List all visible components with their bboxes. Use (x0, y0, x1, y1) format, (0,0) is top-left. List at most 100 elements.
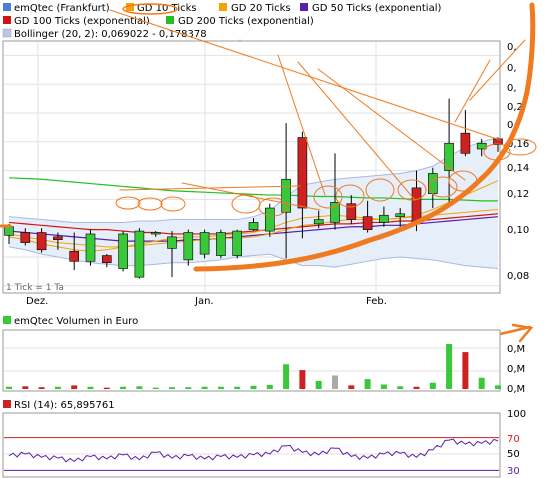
candle-body (264, 207, 275, 232)
candle-body (150, 232, 161, 235)
candle-body (199, 232, 210, 255)
candle-body (102, 255, 112, 264)
volume-bar (87, 386, 94, 389)
volume-panel: emQtec Volumen in Euro 0,M 0,M 0,M (2, 316, 525, 395)
volume-bar (462, 352, 469, 389)
rsi-frame (2, 412, 501, 478)
volume-bar (397, 386, 404, 389)
price-tick-label: 0,12 (507, 189, 529, 200)
volume-frame (2, 329, 501, 392)
candle-body (183, 232, 194, 261)
price-tick-label: 0, (507, 63, 517, 74)
candle-body (4, 226, 14, 236)
candle-body (36, 232, 47, 251)
candle-body (216, 232, 226, 256)
volume-bar (38, 387, 45, 389)
rsi-axis: 100 70 50 30 (507, 409, 526, 477)
volume-bar (152, 387, 159, 389)
price-tick-label: 0,14 (507, 163, 529, 174)
volume-tick-label: 0,M (507, 344, 525, 355)
candle-body (444, 142, 454, 171)
candle-body (460, 132, 471, 154)
legend: emQtec (Frankfurt) GD 10 Ticks GD 20 Tic… (2, 3, 441, 40)
date-tick-label: Dez. (26, 296, 48, 307)
price-tick-label: 0,10 (507, 225, 529, 236)
volume-tick-label: 0,M (507, 364, 525, 375)
volume-bar (348, 385, 355, 389)
legend-swatch-emqtec (3, 3, 11, 11)
candle-body (330, 201, 340, 223)
legend-label-rsi: RSI (14): 65,895761 (14, 400, 115, 411)
legend-label-gd200: GD 200 Ticks (exponential) (178, 16, 314, 27)
volume-axis: 0,M 0,M 0,M (507, 344, 525, 395)
volume-bar (54, 386, 61, 389)
volume-tick-label: 0,M (507, 384, 525, 395)
volume-trend-arrow (511, 323, 534, 343)
volume-bar (266, 384, 273, 389)
legend-swatch-gd100 (3, 16, 11, 24)
legend-swatch-gd200 (166, 16, 174, 24)
volume-bar (217, 386, 224, 389)
volume-bar (6, 386, 12, 389)
volume-bar (201, 386, 208, 389)
legend-label-bollinger: Bollinger (20, 2): 0,069022 - 0,178378 (14, 29, 207, 40)
candle-body (167, 236, 177, 249)
candle-body (476, 142, 487, 150)
volume-bar (71, 385, 78, 389)
candle-body (20, 232, 31, 243)
candle-body (85, 233, 96, 262)
candle-body (232, 230, 242, 256)
tick-note: 1 Tick = 1 Ta (6, 283, 64, 293)
legend-label-gd20: GD 20 Ticks (231, 3, 291, 14)
volume-bar (120, 386, 127, 389)
candle-body (281, 178, 291, 213)
rsi-panel: RSI (14): 65,895761 100 70 50 30 (2, 400, 526, 478)
volume-bar (413, 386, 420, 389)
legend-swatch-volume (3, 316, 11, 324)
legend-label-gd50: GD 50 Ticks (exponential) (312, 3, 441, 14)
volume-bar (185, 387, 192, 389)
rsi-tick-label: 100 (507, 409, 526, 420)
volume-bar (234, 386, 241, 389)
candle-body (248, 222, 259, 230)
candle-body (362, 216, 373, 230)
date-tick-label: Feb. (366, 296, 387, 307)
volume-bar (169, 387, 175, 389)
rsi-tick-label: 70 (507, 434, 520, 445)
legend-swatch-gd50 (300, 3, 308, 11)
candle-body (118, 233, 128, 269)
candle-body (134, 230, 145, 278)
volume-bar (380, 384, 387, 389)
rsi-tick-label: 30 (507, 466, 520, 477)
volume-bar (495, 385, 501, 389)
volume-bar (364, 379, 371, 389)
volume-bar (478, 377, 485, 389)
price-tick-label: 0,08 (507, 271, 529, 282)
volume-bar (22, 386, 29, 389)
legend-swatch-rsi (3, 400, 11, 408)
volume-bar (103, 387, 110, 389)
rsi-tick-label: 50 (507, 449, 520, 460)
volume-bar (332, 375, 338, 389)
legend-swatch-bollinger (2, 28, 12, 38)
legend-label-volume: emQtec Volumen in Euro (14, 316, 138, 327)
legend-label-emqtec: emQtec (Frankfurt) (14, 3, 110, 14)
volume-bar (136, 386, 143, 389)
date-tick-label: Jan. (194, 296, 214, 307)
candle-body (297, 137, 308, 209)
date-axis: Dez. Jan. Feb. (26, 296, 387, 307)
candle-body (379, 214, 389, 223)
legend-swatch-gd20 (219, 3, 227, 11)
candle-body (411, 187, 422, 223)
price-tick-label: 0, (507, 83, 517, 94)
candle-body (53, 236, 63, 241)
volume-bar (283, 364, 290, 389)
price-axis: 0,0,0,0,20,0,160,140,120,100,08 (507, 42, 529, 282)
volume-bar (446, 344, 453, 389)
legend-label-gd100: GD 100 Ticks (exponential) (14, 16, 150, 27)
volume-bar (429, 382, 436, 389)
volume-bar (250, 385, 257, 389)
volume-bar (315, 380, 322, 389)
chart-canvas: emQtec (Frankfurt) GD 10 Ticks GD 20 Tic… (0, 2, 537, 478)
candle-body (69, 250, 79, 262)
